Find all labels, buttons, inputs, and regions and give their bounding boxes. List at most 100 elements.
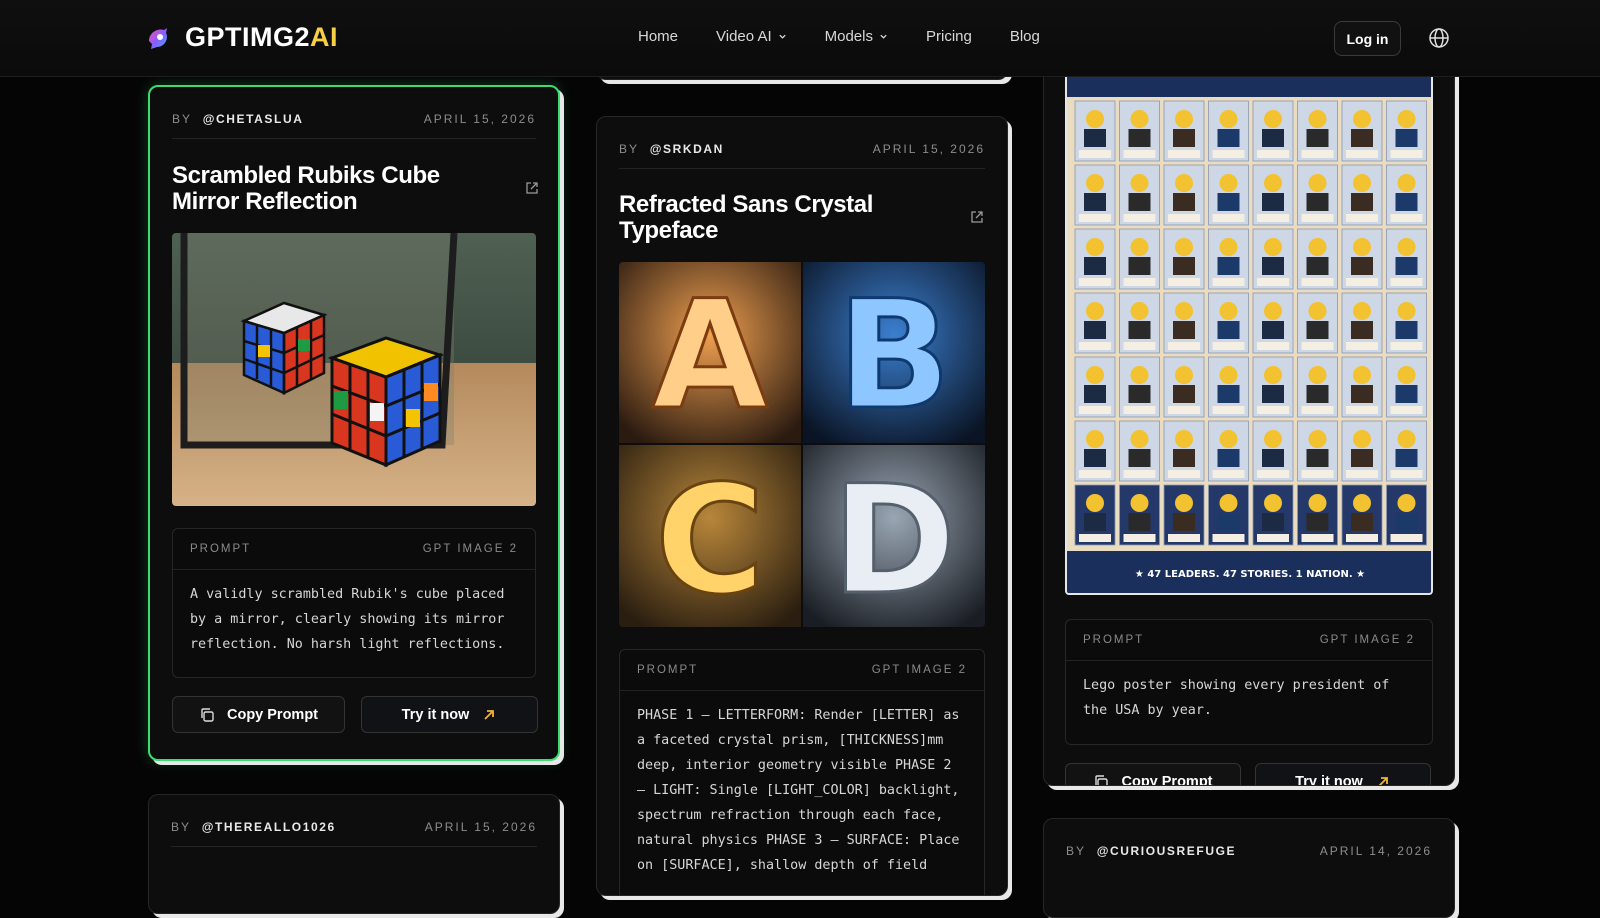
rubiks-image[interactable]: [172, 233, 536, 506]
name-plate: [1346, 406, 1378, 414]
minifig-head: [1086, 238, 1104, 256]
minifig-body: [1217, 449, 1240, 467]
card-meta: BY @SRKDAN APRIL 15, 2026: [619, 142, 985, 156]
letter-b: B: [837, 269, 951, 443]
minifig-head: [1219, 302, 1238, 320]
minifig-body: [1084, 513, 1106, 531]
prompt-card-lego[interactable]: ★ 47 LEADERS. 47 STORIES. 1 NATION. ★ PR…: [1043, 40, 1455, 786]
minifig-head: [1219, 238, 1238, 256]
name-plate: [1123, 342, 1156, 350]
minifig-body: [1173, 257, 1195, 275]
prompt-label: PROMPT: [190, 543, 252, 555]
crystal-image[interactable]: A B C D: [619, 262, 985, 627]
minifig-body: [1217, 129, 1240, 147]
minifig-head: [1397, 430, 1416, 448]
minifig-head: [1130, 174, 1149, 192]
minifig-head: [1308, 174, 1327, 192]
minifig-head: [1130, 238, 1149, 256]
minifig-head: [1308, 494, 1327, 512]
card-date: APRIL 15, 2026: [872, 142, 985, 156]
name-plate: [1301, 470, 1334, 478]
minifig-body: [1084, 257, 1106, 275]
arrow-up-right-icon: [1378, 776, 1388, 785]
nav-video-ai[interactable]: Video AI: [716, 28, 787, 45]
model-tag: GPT IMAGE 2: [871, 664, 967, 676]
minifig-body: [1262, 449, 1284, 467]
prompt-card-rubiks[interactable]: BY @CHETASLUA APRIL 15, 2026 Scrambled R…: [148, 85, 560, 761]
minifig-body: [1262, 193, 1284, 211]
crystal-letters-illustration: A B C D: [619, 262, 985, 627]
minifig-body: [1173, 129, 1195, 147]
minifig-body: [1351, 257, 1373, 275]
nav-links: Home Video AI Models Pricing Blog: [638, 28, 1040, 45]
minifig-body: [1217, 321, 1240, 339]
minifig-head: [1130, 302, 1149, 320]
name-plate: [1257, 470, 1289, 478]
minifig-head: [1175, 174, 1193, 192]
minifig-head: [1397, 302, 1416, 320]
nav-pricing[interactable]: Pricing: [926, 28, 972, 45]
minifig-head: [1397, 238, 1416, 256]
external-link-icon[interactable]: [970, 210, 984, 224]
card-title[interactable]: Scrambled Rubiks Cube Mirror Reflection: [172, 163, 508, 215]
lego-poster-image[interactable]: ★ 47 LEADERS. 47 STORIES. 1 NATION. ★: [1065, 77, 1433, 595]
copy-prompt-button[interactable]: Copy Prompt: [172, 696, 345, 733]
minifig-body: [1128, 513, 1151, 531]
minifig-head: [1086, 110, 1104, 128]
minifig-body: [1128, 129, 1151, 147]
minifig-body: [1084, 193, 1106, 211]
card-date: APRIL 15, 2026: [424, 820, 537, 834]
minifig-head: [1130, 110, 1149, 128]
prompt-card-thereallo[interactable]: BY @THEREALLO1026 APRIL 15, 2026: [148, 794, 560, 914]
name-plate: [1346, 214, 1378, 222]
globe-icon[interactable]: [1428, 27, 1450, 49]
name-plate: [1390, 342, 1423, 350]
prompt-card-curious[interactable]: BY @CURIOUSREFUGE APRIL 14, 2026: [1043, 818, 1455, 918]
minifig-body: [1351, 129, 1373, 147]
name-plate: [1257, 342, 1289, 350]
card-title[interactable]: Refracted Sans Crystal Typeface: [619, 192, 957, 244]
minifig-head: [1264, 302, 1282, 320]
minifig-body: [1306, 321, 1329, 339]
name-plate: [1390, 534, 1423, 542]
prompt-card-crystal[interactable]: BY @SRKDAN APRIL 15, 2026 Refracted Sans…: [596, 116, 1008, 896]
brand-logo[interactable]: GPTIMG2AI: [145, 22, 338, 53]
minifig-head: [1219, 366, 1238, 384]
minifig-head: [1219, 174, 1238, 192]
prompt-box: PROMPT GPT IMAGE 2 A validly scrambled Ru…: [172, 528, 536, 678]
minifig-head: [1219, 494, 1238, 512]
nav-home[interactable]: Home: [638, 28, 678, 45]
minifig-body: [1128, 385, 1151, 403]
poster-banner: ★ 47 LEADERS. 47 STORIES. 1 NATION. ★: [1135, 569, 1365, 580]
minifig-body: [1128, 321, 1151, 339]
try-it-now-button[interactable]: Try it now: [1255, 763, 1431, 785]
copy-prompt-button[interactable]: Copy Prompt: [1065, 763, 1241, 785]
minifig-head: [1353, 494, 1371, 512]
minifig-body: [1395, 385, 1418, 403]
minifig-head: [1397, 494, 1416, 512]
minifig-body: [1084, 321, 1106, 339]
nav-blog[interactable]: Blog: [1010, 28, 1040, 45]
external-link-icon[interactable]: [525, 181, 539, 195]
author-handle: @CHETASLUA: [202, 112, 304, 126]
copy-icon: [201, 707, 214, 722]
minifig-head: [1308, 302, 1327, 320]
minifig-body: [1262, 129, 1284, 147]
prompt-text: Lego poster showing every president of t…: [1083, 678, 1390, 718]
try-it-now-button[interactable]: Try it now: [361, 696, 538, 733]
chevron-down-icon: [880, 34, 887, 39]
minifig-body: [1173, 385, 1195, 403]
name-plate: [1168, 406, 1200, 414]
minifig-head: [1308, 238, 1327, 256]
letter-a: A: [652, 269, 768, 443]
login-button[interactable]: Log in: [1334, 21, 1401, 56]
name-plate: [1212, 214, 1245, 222]
minifig-body: [1395, 129, 1418, 147]
prompt-text: PHASE 1 — LETTERFORM: Render [LETTER] as…: [637, 708, 960, 873]
minifig-head: [1264, 494, 1282, 512]
minifig-body: [1262, 385, 1284, 403]
nav-models[interactable]: Models: [825, 28, 888, 45]
card-meta: BY @THEREALLO1026 APRIL 15, 2026: [171, 820, 537, 834]
name-plate: [1079, 470, 1111, 478]
minifig-body: [1306, 129, 1329, 147]
